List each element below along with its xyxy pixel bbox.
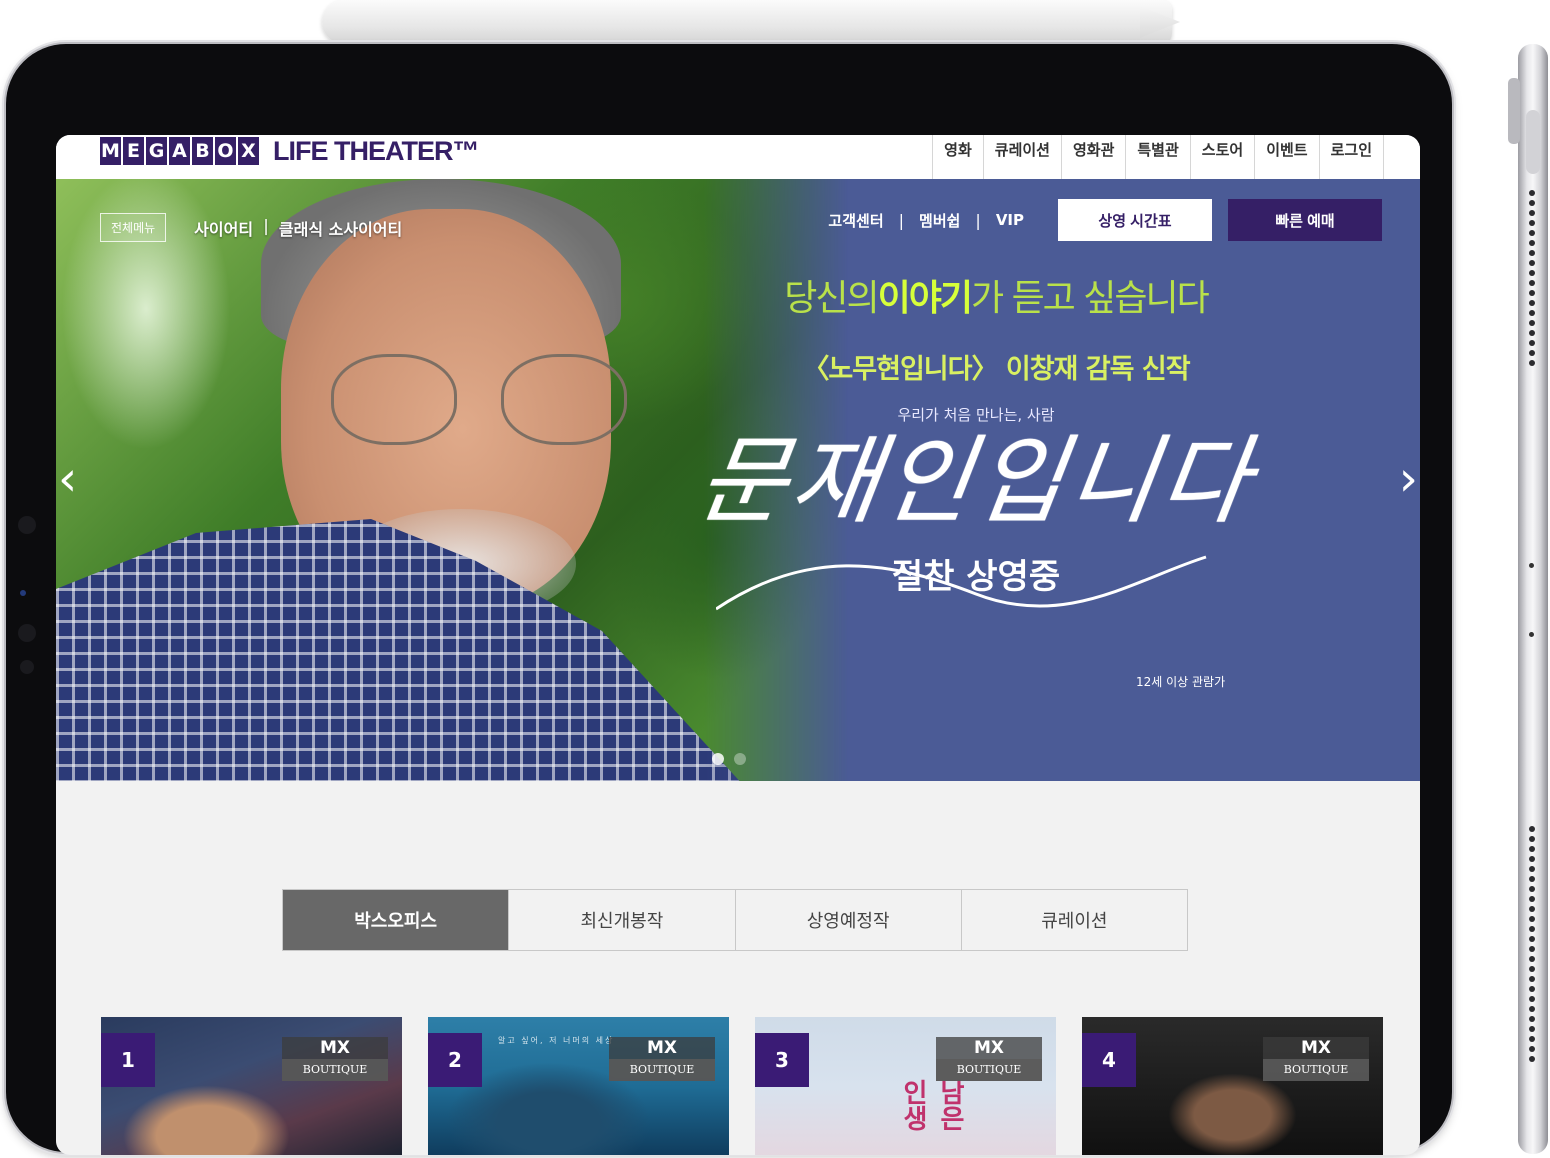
hero-small-copy: 우리가 처음 만나는, 사람 [897, 406, 1055, 424]
divider: | [898, 210, 905, 230]
rank-badge: 1 [101, 1033, 155, 1087]
ipad-device-frame: M E G A B O X LIFE THEATER™ 영화 큐레이션 영화관 … [6, 44, 1452, 1155]
hero-headline: 당신의이야기가 듣고 싶습니다 [784, 278, 1209, 319]
quick-booking-button[interactable]: 빠른 예매 [1228, 199, 1382, 241]
movie-card[interactable]: 4 MX BOUTIQUE [1082, 1017, 1383, 1155]
logo-letter: M [100, 137, 121, 165]
speaker-grille [1527, 826, 1537, 1066]
society-link[interactable]: 사이어티 [194, 216, 253, 240]
classic-society-link[interactable]: 클래식 소사이어티 [279, 216, 402, 240]
tab-box-office[interactable]: 박스오피스 [283, 890, 509, 950]
prev-slide-arrow-icon[interactable]: ‹ [58, 455, 77, 503]
portrait-glasses [331, 354, 631, 445]
mx-boutique-badge: MX BOUTIQUE [609, 1037, 715, 1081]
apple-pencil [322, 0, 1172, 44]
volume-key [1526, 110, 1540, 174]
movie-tabs: 박스오피스 최신개봉작 상영예정작 큐레이션 [282, 889, 1188, 951]
poster-tagline: 알고 싶어, 저 너머의 세상 [498, 1036, 615, 1045]
movie-card[interactable]: 알고 싶어, 저 너머의 세상 2 MX BOUTIQUE [428, 1017, 729, 1155]
movie-title-calligraphy: 문재인입니다 [691, 425, 1261, 537]
movie-card[interactable]: 3 남은 인생 MX BOUTIQUE [755, 1017, 1056, 1155]
nav-special-hall[interactable]: 특별관 [1125, 135, 1189, 179]
proximity-sensor [20, 660, 34, 674]
logo-letter: X [238, 137, 259, 165]
hero-utility-left: 전체메뉴 사이어티 | 클래식 소사이어티 [100, 213, 402, 242]
slide-dot-active[interactable] [712, 753, 724, 765]
screen: M E G A B O X LIFE THEATER™ 영화 큐레이션 영화관 … [56, 135, 1420, 1155]
front-camera-icon [18, 516, 36, 534]
rank-badge: 3 [755, 1033, 809, 1087]
megabox-logo[interactable]: M E G A B O X LIFE THEATER™ [100, 135, 479, 167]
tab-latest-release[interactable]: 최신개봉작 [508, 890, 734, 950]
vip-link[interactable]: VIP [996, 211, 1024, 229]
sensor-dot [20, 590, 26, 596]
portrait-checked-shirt [56, 519, 756, 781]
divider: | [263, 215, 269, 235]
nav-store[interactable]: 스토어 [1189, 135, 1254, 179]
logo-letter: O [215, 137, 236, 165]
nav-movie[interactable]: 영화 [932, 135, 983, 179]
logo-letter: G [146, 137, 167, 165]
age-rating: 12세 이상 관람가 [1136, 675, 1226, 689]
top-nav: 영화 큐레이션 영화관 특별관 스토어 이벤트 로그인 [932, 135, 1384, 179]
nav-login[interactable]: 로그인 [1318, 135, 1384, 179]
mx-boutique-badge: MX BOUTIQUE [282, 1037, 388, 1081]
tab-upcoming[interactable]: 상영예정작 [734, 890, 961, 950]
poster-title: 남은 인생 [898, 1079, 965, 1131]
flash-sensor [18, 624, 36, 642]
side-dot [1529, 632, 1534, 637]
mx-boutique-badge: MX BOUTIQUE [1263, 1037, 1369, 1081]
nav-curation[interactable]: 큐레이션 [982, 135, 1061, 179]
hero-subline: 〈노무현입니다〉 이창재 감독 신작 [802, 354, 1190, 385]
logo-letter: A [169, 137, 190, 165]
box-office-cards: 1 MX BOUTIQUE 알고 싶어, 저 너머의 세상 2 MX BOUTI… [101, 1017, 1383, 1155]
logo-tagline: LIFE THEATER™ [273, 136, 479, 166]
society-links: 사이어티 | 클래식 소사이어티 [194, 216, 402, 240]
divider: | [975, 210, 981, 230]
site-header: M E G A B O X LIFE THEATER™ 영화 큐레이션 영화관 … [56, 135, 1420, 180]
timetable-button[interactable]: 상영 시간표 [1058, 199, 1212, 241]
nav-event[interactable]: 이벤트 [1254, 135, 1318, 179]
speaker-grille [1527, 190, 1537, 370]
brush-stroke [716, 555, 1207, 611]
hero-banner[interactable]: 전체메뉴 사이어티 | 클래식 소사이어티 고객센터 | 멤버쉽 | VIP 상… [56, 179, 1420, 781]
hero-utility-right: 고객센터 | 멤버쉽 | VIP 상영 시간표 빠른 예매 [828, 199, 1382, 241]
membership-link[interactable]: 멤버쉽 [919, 210, 960, 231]
customer-center-link[interactable]: 고객센터 [828, 210, 883, 231]
rank-badge: 2 [428, 1033, 482, 1087]
logo-letter: E [123, 137, 144, 165]
all-menu-button[interactable]: 전체메뉴 [100, 213, 167, 242]
next-slide-arrow-icon[interactable]: › [1399, 455, 1418, 503]
top-button [1508, 78, 1520, 144]
nav-theater[interactable]: 영화관 [1060, 135, 1125, 179]
slide-indicator [712, 753, 746, 765]
movie-card[interactable]: 1 MX BOUTIQUE [101, 1017, 402, 1155]
tab-curation[interactable]: 큐레이션 [960, 890, 1187, 950]
side-dot [1529, 563, 1534, 568]
rank-badge: 4 [1082, 1033, 1136, 1087]
slide-dot[interactable] [734, 753, 746, 765]
mx-boutique-badge: MX BOUTIQUE [936, 1037, 1042, 1081]
logo-letter: B [192, 137, 213, 165]
